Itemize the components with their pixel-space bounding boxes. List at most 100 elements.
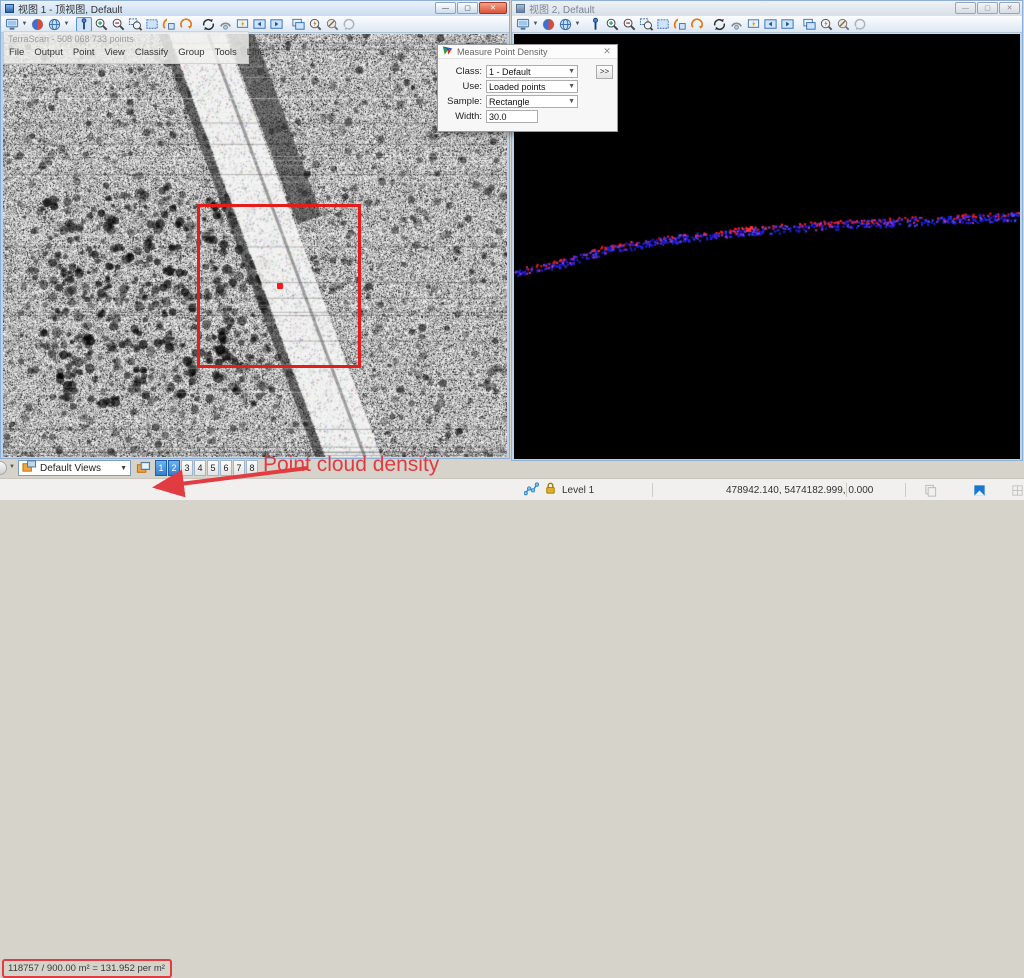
statusbar-divider (652, 483, 653, 497)
view-group-select[interactable]: Default Views ▼ (18, 460, 131, 476)
chevron-down-icon[interactable]: ▼ (63, 21, 70, 27)
select-area-icon[interactable] (144, 17, 160, 32)
zoom-out-icon[interactable] (621, 17, 637, 32)
dialog-combo-use[interactable]: Loaded points ▼ (486, 80, 578, 93)
rotate-cube-icon[interactable] (672, 17, 688, 32)
display-style-icon[interactable] (46, 17, 62, 32)
density-result-box: 118757 / 900.00 m² = 131.952 per m² (2, 959, 172, 978)
history-icon[interactable] (852, 17, 868, 32)
window-icon (5, 4, 14, 13)
window-icon (516, 4, 525, 13)
display-style-icon[interactable] (557, 17, 573, 32)
rotate-arc-icon[interactable] (689, 17, 705, 32)
density-result-text: 118757 / 900.00 m² = 131.952 per m² (8, 963, 165, 974)
dialog-field-label: Width: (455, 111, 482, 122)
selection-set-icon[interactable] (923, 479, 938, 501)
terrascan-menubar: File Output Point View Classify Group Tools Lin… (4, 45, 265, 60)
clip-volume-icon[interactable] (818, 17, 834, 32)
menu-item-output[interactable]: Output (34, 47, 63, 58)
view2-titlebar[interactable]: 视图 2, Default — ▢ ✕ (512, 1, 1022, 16)
dialog-combo-class[interactable]: 1 - Default ▼ (486, 65, 578, 78)
menu-item-view[interactable]: View (105, 47, 125, 58)
view-next-icon[interactable] (268, 17, 284, 32)
menu-item-tools[interactable]: Tools (215, 47, 237, 58)
spin-view-icon[interactable] (200, 17, 216, 32)
spin-view-icon[interactable] (711, 17, 727, 32)
view2-toolbar: ▼ ▼ (512, 16, 1022, 33)
active-level-label: Level 1 (562, 484, 595, 496)
coordinates-text: 478942.140, 5474182.999, 0.000 (726, 484, 874, 496)
view-groups-history-button[interactable] (0, 461, 7, 475)
view-group-folder-icon (22, 459, 37, 477)
chevron-down-icon[interactable]: ▼ (532, 21, 539, 27)
restore-button[interactable]: ▢ (457, 2, 478, 14)
clip-mask-icon[interactable] (835, 17, 851, 32)
menu-item-classify[interactable]: Classify (135, 47, 168, 58)
view-attributes-icon[interactable] (4, 17, 20, 32)
zoom-window-icon[interactable] (638, 17, 654, 32)
zoom-window-icon[interactable] (127, 17, 143, 32)
active-file-flag-icon[interactable] (972, 479, 987, 501)
status-menu-icon[interactable] (1010, 479, 1024, 501)
view1-titlebar[interactable]: 视图 1 - 顶视图, Default — ▢ ✕ (1, 1, 509, 16)
view-prev-icon[interactable] (251, 17, 267, 32)
view-next-icon[interactable] (779, 17, 795, 32)
minimize-button[interactable]: — (435, 2, 456, 14)
dialog-combo-sample[interactable]: Rectangle ▼ (486, 95, 578, 108)
measure-point-density-dialog: Measure Point Density ✕ >> Class: 1 - Def… (437, 44, 618, 132)
close-button[interactable]: ✕ (479, 2, 507, 14)
dialog-close-icon[interactable]: ✕ (601, 46, 613, 57)
statusbar-divider (905, 483, 906, 497)
zoom-in-icon[interactable] (93, 17, 109, 32)
history-icon[interactable] (341, 17, 357, 32)
view-attributes-icon[interactable] (515, 17, 531, 32)
view2-title: 视图 2, Default (529, 5, 595, 16)
view-flash-icon[interactable] (234, 17, 250, 32)
view-flash-icon[interactable] (745, 17, 761, 32)
chevron-down-icon: ▼ (568, 83, 575, 90)
measure-center-marker (277, 283, 283, 289)
view-group-value: Default Views (40, 462, 101, 474)
coordinates-readout: 478942.140, 5474182.999, 0.000 (726, 479, 873, 501)
adjust-colors-icon[interactable] (540, 17, 556, 32)
menu-item-group[interactable]: Group (178, 47, 204, 58)
dialog-field-label: Class: (455, 66, 482, 77)
terrascan-panel: TerraScan - 508 068 733 points File Outpu… (3, 31, 265, 64)
menu-item-point[interactable]: Point (73, 47, 95, 58)
menu-item-line[interactable]: Line (247, 47, 265, 58)
chevron-down-icon[interactable]: ▼ (9, 464, 15, 470)
statusbar-divider (846, 483, 847, 497)
menu-item-file[interactable]: File (9, 47, 24, 58)
clip-volume-icon[interactable] (307, 17, 323, 32)
dialog-title: Measure Point Density (457, 46, 548, 57)
snap-mode-group[interactable]: Level 1 (523, 479, 595, 501)
zoom-out-icon[interactable] (110, 17, 126, 32)
terrascan-logo-icon (442, 43, 453, 61)
dialog-field-label: Use: (462, 81, 482, 92)
measure-pin-icon[interactable] (587, 17, 603, 32)
minimize-button[interactable]: — (955, 2, 976, 14)
dialog-titlebar[interactable]: Measure Point Density ✕ (438, 45, 617, 59)
annotation-arrow (152, 466, 309, 498)
copy-view-icon[interactable] (290, 17, 306, 32)
clip-mask-icon[interactable] (324, 17, 340, 32)
close-button[interactable]: ✕ (999, 2, 1020, 14)
pan-arc-icon[interactable] (728, 17, 744, 32)
measure-pin-icon[interactable] (76, 16, 92, 32)
adjust-colors-icon[interactable] (29, 17, 45, 32)
zoom-in-icon[interactable] (604, 17, 620, 32)
dialog-input-width[interactable] (486, 110, 538, 123)
rotate-arc-icon[interactable] (178, 17, 194, 32)
chevron-down-icon[interactable]: ▼ (574, 21, 581, 27)
snap-polyline-icon (523, 481, 540, 499)
chevron-down-icon[interactable]: ▼ (21, 21, 28, 27)
rotate-cube-icon[interactable] (161, 17, 177, 32)
view-prev-icon[interactable] (762, 17, 778, 32)
dialog-expand-button[interactable]: >> (596, 65, 613, 79)
pan-arc-icon[interactable] (217, 17, 233, 32)
chevron-down-icon: ▼ (568, 68, 575, 75)
select-area-icon[interactable] (655, 17, 671, 32)
chevron-down-icon: ▼ (120, 464, 127, 472)
restore-button[interactable]: ▢ (977, 2, 998, 14)
copy-view-icon[interactable] (801, 17, 817, 32)
